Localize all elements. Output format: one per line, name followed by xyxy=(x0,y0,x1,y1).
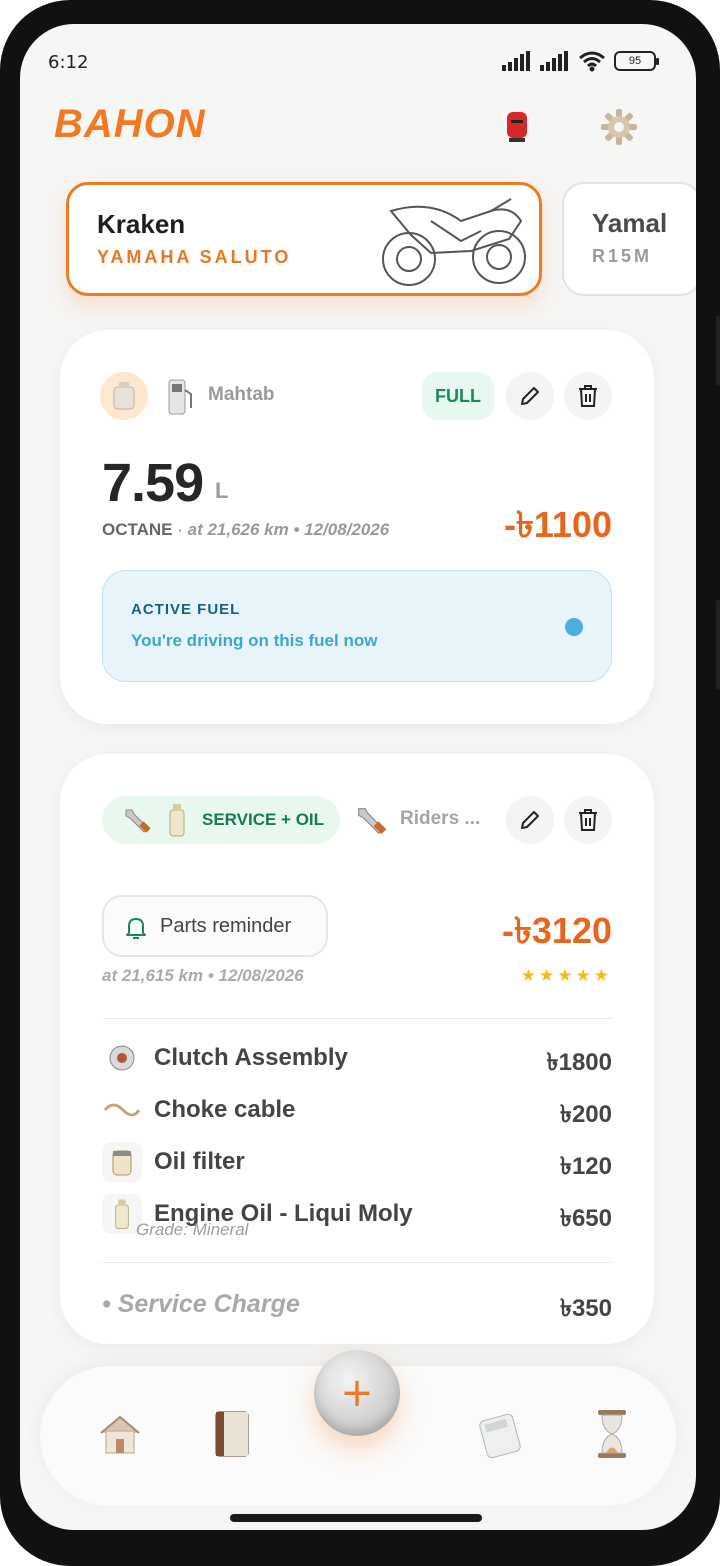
calculator-icon[interactable] xyxy=(472,1406,528,1462)
trash-icon xyxy=(579,809,597,831)
gear-icon[interactable] xyxy=(598,106,640,148)
add-icon: + xyxy=(340,1370,374,1416)
volume-button xyxy=(716,316,720,386)
wifi-icon xyxy=(579,51,605,72)
trash-icon xyxy=(579,385,597,407)
vehicle-name: Kraken xyxy=(97,209,186,239)
fuel-litres: 7.59 xyxy=(102,453,204,513)
home-icon[interactable] xyxy=(92,1406,148,1462)
delete-button[interactable] xyxy=(564,796,612,844)
active-fuel-subtitle: You're driving on this fuel now xyxy=(131,631,378,650)
service-charge-price: ৳350 xyxy=(560,1295,612,1322)
motorcycle-icon xyxy=(382,198,526,286)
add-entry-button[interactable]: + xyxy=(314,1350,400,1436)
pencil-icon xyxy=(521,811,539,829)
edit-button[interactable] xyxy=(506,372,554,420)
home-indicator xyxy=(230,1514,482,1522)
service-cost: -৳3120 xyxy=(501,910,612,951)
status-time: 6:12 xyxy=(48,52,89,73)
part-name: Oil filter xyxy=(154,1148,245,1175)
fuel-odometer-date: at 21,626 km • 12/08/2026 xyxy=(187,520,390,539)
service-type-pill: SERVICE + OIL xyxy=(102,796,340,844)
clutch-icon xyxy=(102,1038,142,1078)
phone-frame: 6:12 95 BAHON Kraken YAMAHA SALUTO Yamal… xyxy=(0,0,720,1566)
active-fuel-title: ACTIVE FUEL xyxy=(131,601,241,618)
app-logo: BAHON xyxy=(54,102,206,146)
parts-reminder-label: Parts reminder xyxy=(160,915,292,937)
part-row: Choke cable ৳200 xyxy=(102,1090,612,1132)
vehicle-model: R15M xyxy=(592,246,653,266)
fuel-meta: OCTANE · at 21,626 km • 12/08/2026 xyxy=(102,520,390,539)
mailbox-icon[interactable] xyxy=(496,106,538,148)
fuel-can-icon xyxy=(100,372,148,420)
pencil-icon xyxy=(521,387,539,405)
part-price: ৳650 xyxy=(560,1205,612,1232)
oil-bottle-icon xyxy=(169,804,185,837)
divider xyxy=(102,1018,612,1019)
delete-button[interactable] xyxy=(564,372,612,420)
fuel-station: Mahtab xyxy=(208,384,275,405)
part-price: ৳1800 xyxy=(546,1049,612,1076)
battery-icon: 95 xyxy=(614,51,659,71)
status-icons: 95 xyxy=(502,50,659,72)
wrench-icon xyxy=(125,809,151,833)
part-name: Clutch Assembly xyxy=(154,1044,348,1071)
vehicle-name: Yamal xyxy=(592,208,668,238)
oil-filter-icon xyxy=(102,1142,142,1182)
signal-icon xyxy=(502,51,530,71)
bell-icon xyxy=(126,918,146,939)
service-type-label: SERVICE + OIL xyxy=(202,810,325,829)
screen: 6:12 95 BAHON Kraken YAMAHA SALUTO Yamal… xyxy=(20,24,696,1530)
cable-icon xyxy=(102,1090,142,1130)
fuel-pump-icon xyxy=(166,376,194,421)
edit-button[interactable] xyxy=(506,796,554,844)
vehicle-card-active[interactable]: Kraken YAMAHA SALUTO xyxy=(66,182,542,296)
part-row: Oil filter ৳120 xyxy=(102,1142,612,1184)
parts-reminder-button[interactable]: Parts reminder xyxy=(102,895,328,957)
power-button xyxy=(716,600,720,690)
divider xyxy=(102,1262,612,1263)
service-odometer-date: at 21,615 km • 12/08/2026 xyxy=(102,966,304,985)
rating-stars: ★★★★★ xyxy=(520,966,612,985)
oil-grade: Grade: Mineral xyxy=(136,1220,249,1239)
part-row: Clutch Assembly ৳1800 xyxy=(102,1038,612,1080)
service-charge-label: • Service Charge xyxy=(102,1290,300,1318)
service-entry-card[interactable]: SERVICE + OIL Riders ... Parts reminder … xyxy=(60,754,654,1344)
logbook-icon[interactable] xyxy=(204,1406,260,1462)
fuel-cost: -৳1100 xyxy=(503,504,612,545)
active-fuel-banner: ACTIVE FUEL You're driving on this fuel … xyxy=(102,570,612,682)
wrench-icon xyxy=(358,808,387,835)
status-bar: 6:12 95 xyxy=(20,24,696,94)
vehicle-card[interactable]: Yamal R15M xyxy=(562,182,696,296)
fuel-unit: L xyxy=(215,478,229,503)
part-name: Choke cable xyxy=(154,1096,296,1123)
vehicle-model: YAMAHA SALUTO xyxy=(97,247,292,267)
active-indicator-dot xyxy=(565,618,583,636)
fuel-type: OCTANE xyxy=(102,520,173,539)
hourglass-icon[interactable] xyxy=(584,1406,640,1462)
fill-tag: FULL xyxy=(422,372,494,420)
signal-icon-2 xyxy=(540,51,568,71)
fuel-entry-card[interactable]: Mahtab FULL 7.59 L OCTANE · at 21,626 km… xyxy=(60,330,654,724)
part-price: ৳120 xyxy=(560,1153,612,1180)
part-price: ৳200 xyxy=(560,1101,612,1128)
garage-name: Riders ... xyxy=(400,808,481,829)
